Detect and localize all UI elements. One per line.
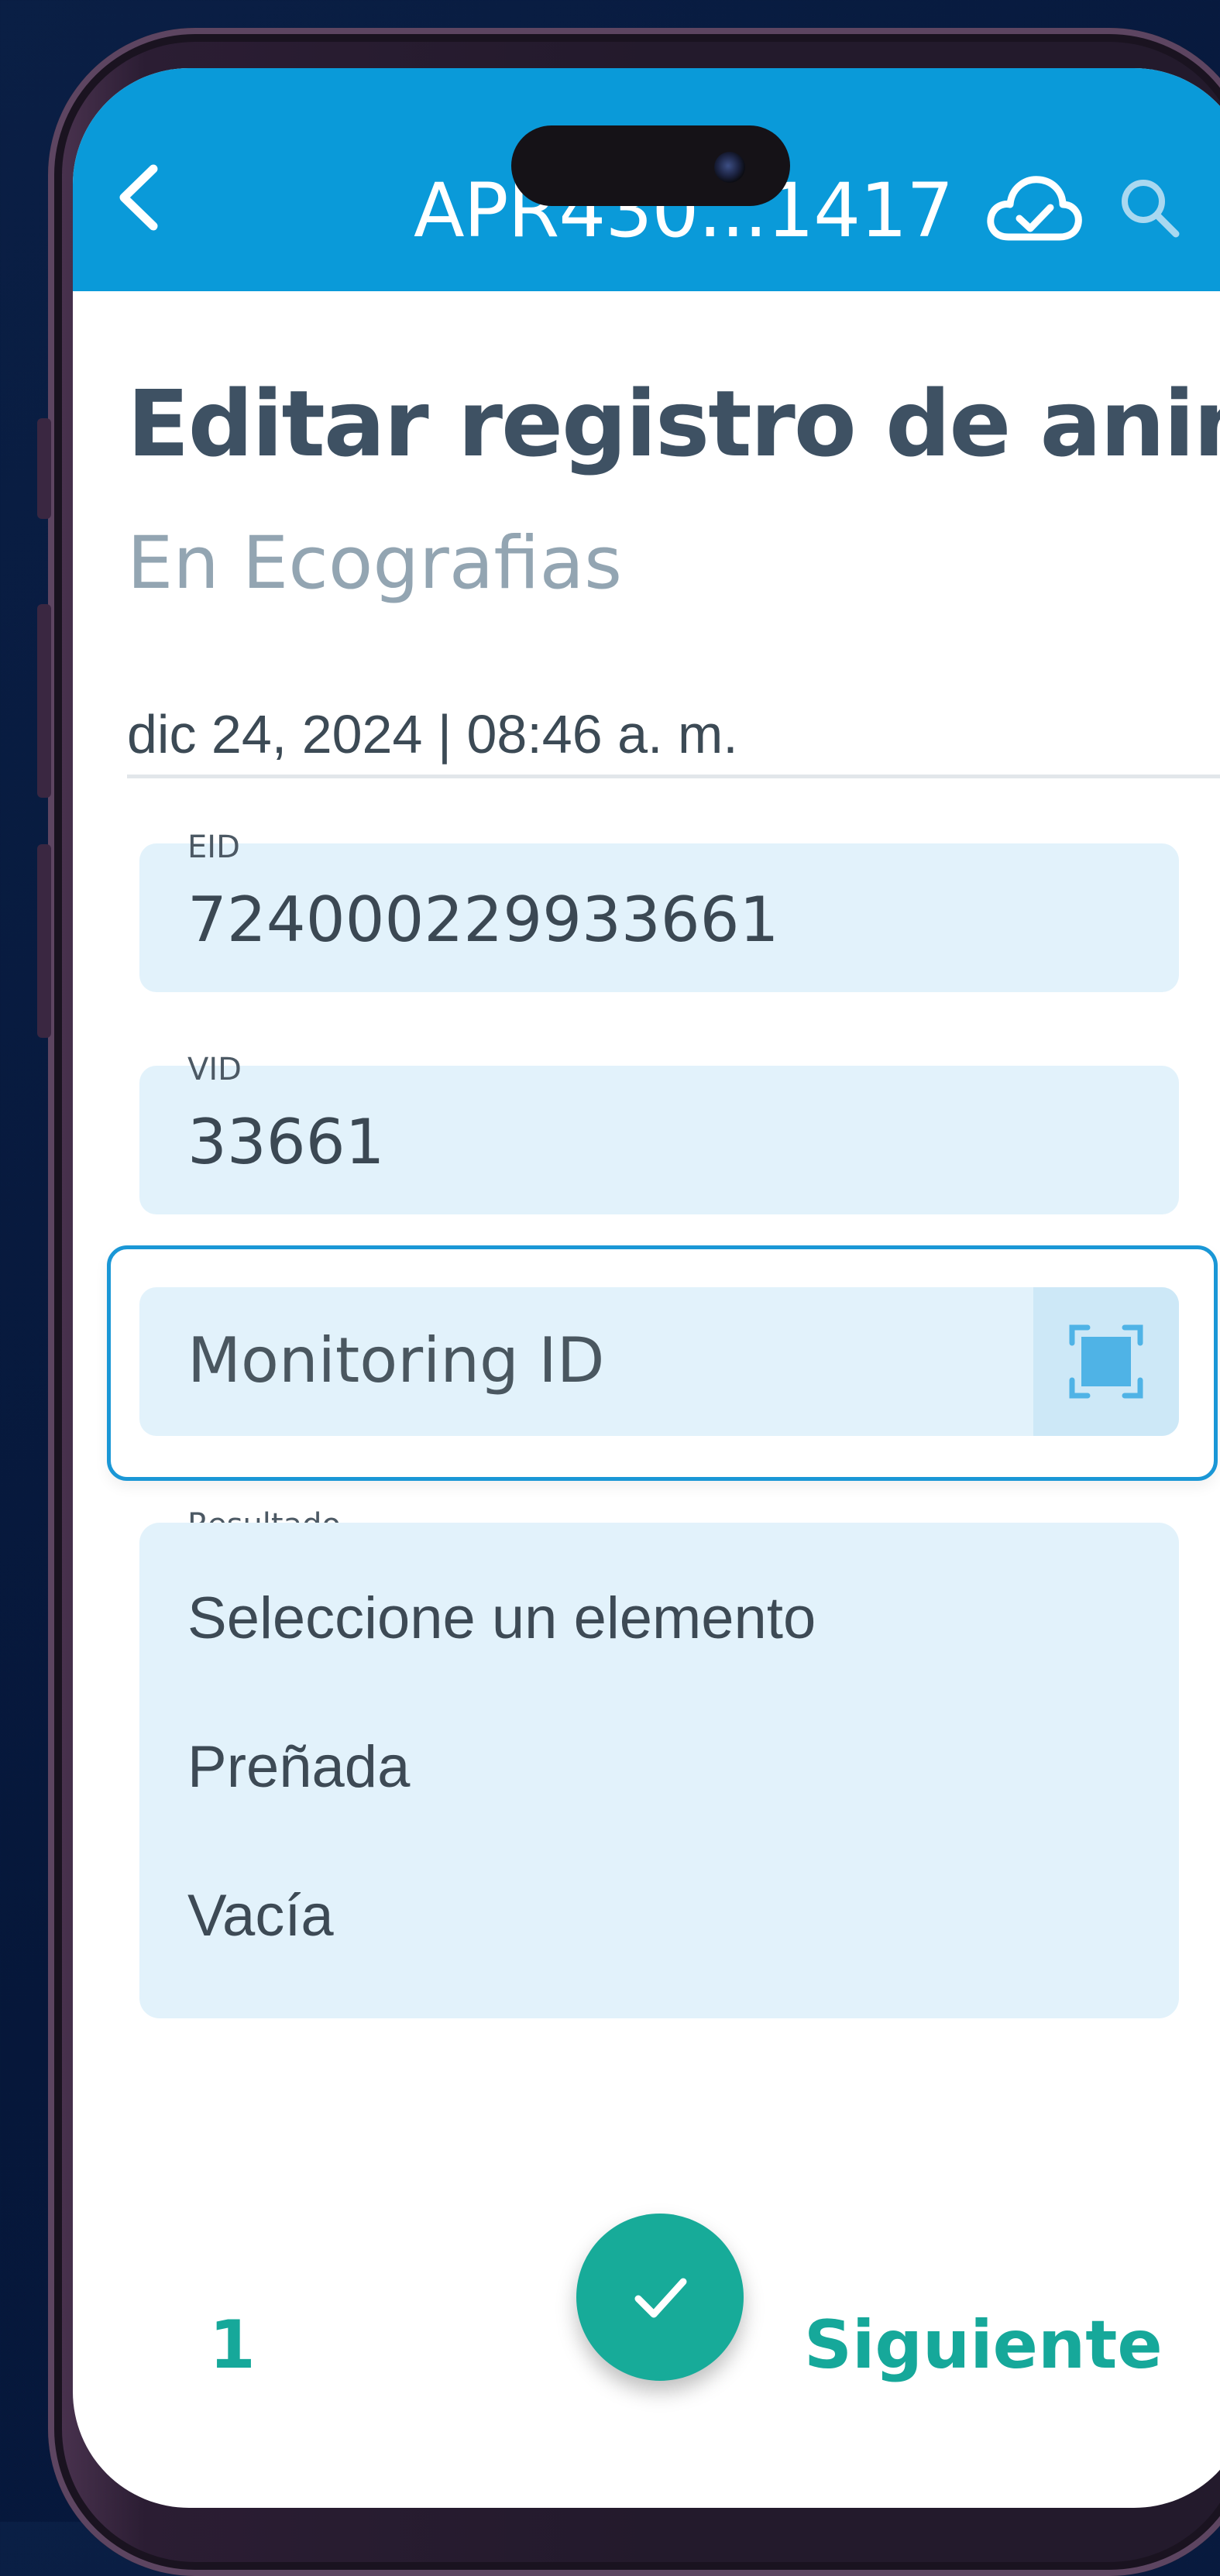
phone-side-button [37, 418, 51, 519]
page-number: 1 [209, 2306, 256, 2384]
dynamic-island [511, 125, 790, 206]
phone-side-button [37, 844, 51, 1038]
phone-screen: APR430...1417 Editar registro de anim… E… [73, 68, 1220, 2508]
datetime-field[interactable]: dic 24, 2024 | 08:46 a. m. [127, 703, 1220, 778]
vid-label: VID [187, 1052, 242, 1087]
eid-label: EID [187, 829, 240, 865]
vid-value: 33661 [187, 1106, 385, 1178]
result-option[interactable]: Seleccione un elemento [187, 1585, 816, 1652]
check-icon [634, 2278, 687, 2318]
front-camera-icon [714, 152, 745, 183]
next-button[interactable]: Siguiente [804, 2306, 1163, 2384]
confirm-button[interactable] [576, 2214, 744, 2381]
eid-field[interactable]: EID 724000229933661 [139, 829, 1179, 992]
scan-button[interactable] [1033, 1287, 1179, 1436]
search-icon[interactable] [1115, 173, 1185, 243]
page-subtitle: En Ecografias [127, 521, 623, 606]
monitoring-id-placeholder: Monitoring ID [187, 1324, 605, 1396]
scan-icon [1069, 1324, 1143, 1399]
cloud-sync-icon[interactable] [985, 170, 1083, 248]
result-options-list[interactable]: Seleccione un elemento Preñada Vacía [139, 1523, 1179, 2018]
monitoring-id-input[interactable]: Monitoring ID [139, 1287, 1179, 1436]
result-option[interactable]: Vacía [187, 1882, 334, 1949]
vid-field[interactable]: VID 33661 [139, 1052, 1179, 1214]
back-arrow-icon[interactable] [113, 163, 167, 232]
phone-side-button [37, 604, 51, 798]
page-title: Editar registro de anim… [127, 370, 1220, 477]
result-option[interactable]: Preñada [187, 1733, 410, 1801]
eid-value: 724000229933661 [187, 884, 779, 956]
